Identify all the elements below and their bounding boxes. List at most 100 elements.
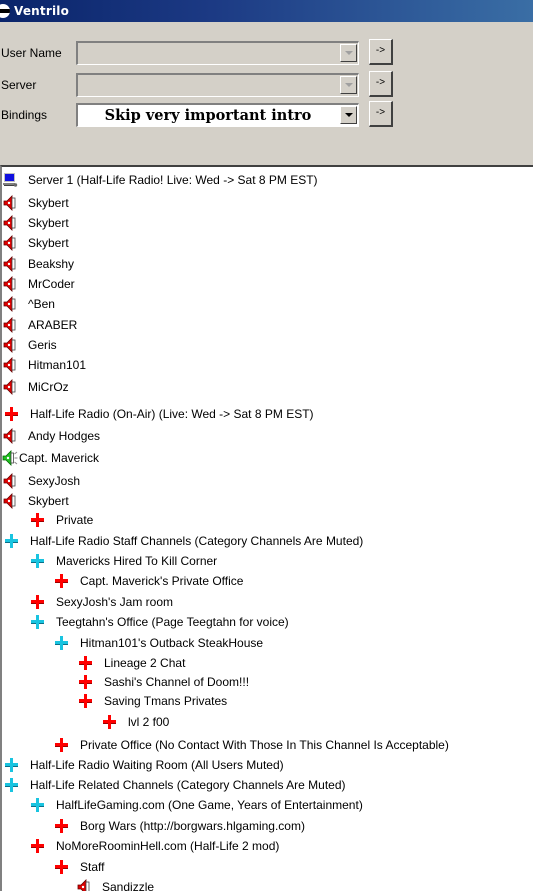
speaker-icon: [2, 235, 18, 251]
server-node[interactable]: Server 1 (Half-Life Radio! Live: Wed -> …: [2, 171, 318, 189]
item-label: Half-Life Related Channels (Category Cha…: [30, 778, 346, 792]
user-item[interactable]: Capt. Maverick: [2, 449, 99, 467]
bindings-setup-button[interactable]: ->: [369, 101, 393, 127]
user-item[interactable]: Andy Hodges: [2, 427, 100, 445]
user-item[interactable]: MiCrOz: [2, 378, 69, 396]
cyan-plus-icon: [4, 757, 20, 773]
chevron-down-icon[interactable]: [340, 76, 357, 94]
user-item[interactable]: Skybert: [2, 194, 69, 212]
item-label: NoMoreRoominHell.com (Half-Life 2 mod): [56, 839, 280, 853]
speaker-icon: [2, 256, 18, 272]
chevron-down-icon[interactable]: [340, 44, 357, 62]
item-label: Capt. Maverick's Private Office: [80, 574, 244, 588]
item-label: SexyJosh's Jam room: [56, 595, 173, 609]
item-label: Beakshy: [28, 257, 75, 271]
user-item[interactable]: MrCoder: [2, 275, 75, 293]
channel-item[interactable]: Capt. Maverick's Private Office: [54, 572, 243, 590]
ventrilo-logo-icon[interactable]: [0, 4, 10, 18]
user-item[interactable]: SexyJosh: [2, 472, 80, 490]
chevron-down-icon[interactable]: [340, 106, 357, 124]
item-label: Skybert: [28, 196, 69, 210]
server-setup-button[interactable]: ->: [369, 71, 393, 97]
user-item[interactable]: Hitman101: [2, 356, 86, 374]
channel-item[interactable]: SexyJosh's Jam room: [30, 593, 173, 611]
item-label: Mavericks Hired To Kill Corner: [56, 554, 218, 568]
speaker-icon: [2, 379, 18, 395]
item-label: Capt. Maverick: [19, 451, 100, 465]
item-label: ^Ben: [28, 297, 55, 311]
red-plus-icon: [78, 674, 94, 690]
channel-tree[interactable]: Server 1 (Half-Life Radio! Live: Wed -> …: [0, 165, 533, 891]
item-label: Teegtahn's Office (Page Teegtahn for voi…: [56, 615, 289, 629]
cyan-plus-icon: [4, 533, 20, 549]
speaker-icon: [2, 428, 18, 444]
channel-item[interactable]: NoMoreRoominHell.com (Half-Life 2 mod): [30, 837, 279, 855]
item-label: Skybert: [28, 216, 69, 230]
red-plus-icon: [54, 573, 70, 589]
user-name-setup-button[interactable]: ->: [369, 39, 393, 65]
channel-item[interactable]: Sashi's Channel of Doom!!!: [78, 673, 249, 691]
user-item[interactable]: Beakshy: [2, 255, 74, 273]
category-item[interactable]: Teegtahn's Office (Page Teegtahn for voi…: [30, 613, 289, 631]
red-plus-icon: [102, 714, 118, 730]
item-label: ARABER: [28, 318, 78, 332]
red-plus-icon: [78, 693, 94, 709]
user-name-combo[interactable]: [76, 41, 359, 65]
user-item[interactable]: Skybert: [2, 214, 69, 232]
item-label: Sandizzle: [102, 880, 155, 891]
bindings-combo[interactable]: Skip very important intro: [76, 103, 359, 127]
user-item[interactable]: Skybert: [2, 492, 69, 510]
channel-item[interactable]: Lineage 2 Chat: [78, 654, 185, 672]
computer-icon: [2, 172, 18, 188]
speaker-icon: [2, 473, 18, 489]
red-plus-icon: [54, 818, 70, 834]
channel-item[interactable]: Private Office (No Contact With Those In…: [54, 736, 449, 754]
user-name-label: User Name: [1, 46, 62, 60]
bindings-row: Bindings Skip very important intro ->: [0, 101, 533, 127]
category-item[interactable]: Half-Life Related Channels (Category Cha…: [4, 776, 346, 794]
item-label: HalfLifeGaming.com (One Game, Years of E…: [56, 798, 363, 812]
channel-item[interactable]: Saving Tmans Privates: [78, 692, 227, 710]
speaker-icon: [2, 296, 18, 312]
item-label: Skybert: [28, 494, 69, 508]
channel-item[interactable]: Half-Life Radio (On-Air) (Live: Wed -> S…: [4, 405, 314, 423]
cyan-plus-icon: [30, 553, 46, 569]
category-item[interactable]: Mavericks Hired To Kill Corner: [30, 552, 217, 570]
cyan-plus-icon: [30, 614, 46, 630]
category-item[interactable]: Hitman101's Outback SteakHouse: [54, 634, 263, 652]
server-combo[interactable]: [76, 73, 359, 97]
channel-item[interactable]: Private: [30, 511, 93, 529]
item-label: MiCrOz: [28, 380, 69, 394]
server-label: Server: [1, 78, 37, 92]
item-label: Private Office (No Contact With Those In…: [80, 738, 449, 752]
item-label: Hitman101: [28, 358, 87, 372]
speaker-icon: [2, 215, 18, 231]
item-label: MrCoder: [28, 277, 75, 291]
red-plus-icon: [30, 838, 46, 854]
channel-item[interactable]: lvl 2 f00: [102, 713, 169, 731]
red-plus-icon: [54, 737, 70, 753]
item-label: Half-Life Radio Waiting Room (All Users …: [30, 758, 284, 772]
speaker-icon: [2, 195, 18, 211]
user-item[interactable]: ARABER: [2, 316, 77, 334]
speaker-talking-icon: [2, 450, 18, 466]
category-item[interactable]: Half-Life Radio Waiting Room (All Users …: [4, 756, 284, 774]
category-item[interactable]: HalfLifeGaming.com (One Game, Years of E…: [30, 796, 363, 814]
title-bar: Ventrilo: [0, 0, 533, 22]
cyan-plus-icon: [4, 777, 20, 793]
item-label: Half-Life Radio Staff Channels (Category…: [30, 534, 364, 548]
channel-item[interactable]: Borg Wars (http://borgwars.hlgaming.com): [54, 817, 305, 835]
speaker-icon: [2, 317, 18, 333]
item-label: Andy Hodges: [28, 429, 101, 443]
channel-item[interactable]: Staff: [54, 858, 104, 876]
bindings-label: Bindings: [1, 108, 48, 122]
item-label: Lineage 2 Chat: [104, 656, 186, 670]
red-plus-icon: [4, 406, 20, 422]
user-item[interactable]: Skybert: [2, 234, 69, 252]
category-item[interactable]: Half-Life Radio Staff Channels (Category…: [4, 532, 363, 550]
user-item[interactable]: Sandizzle: [76, 878, 154, 891]
user-item[interactable]: ^Ben: [2, 295, 55, 313]
user-item[interactable]: Geris: [2, 336, 57, 354]
item-label: Sashi's Channel of Doom!!!: [104, 675, 250, 689]
cyan-plus-icon: [54, 635, 70, 651]
